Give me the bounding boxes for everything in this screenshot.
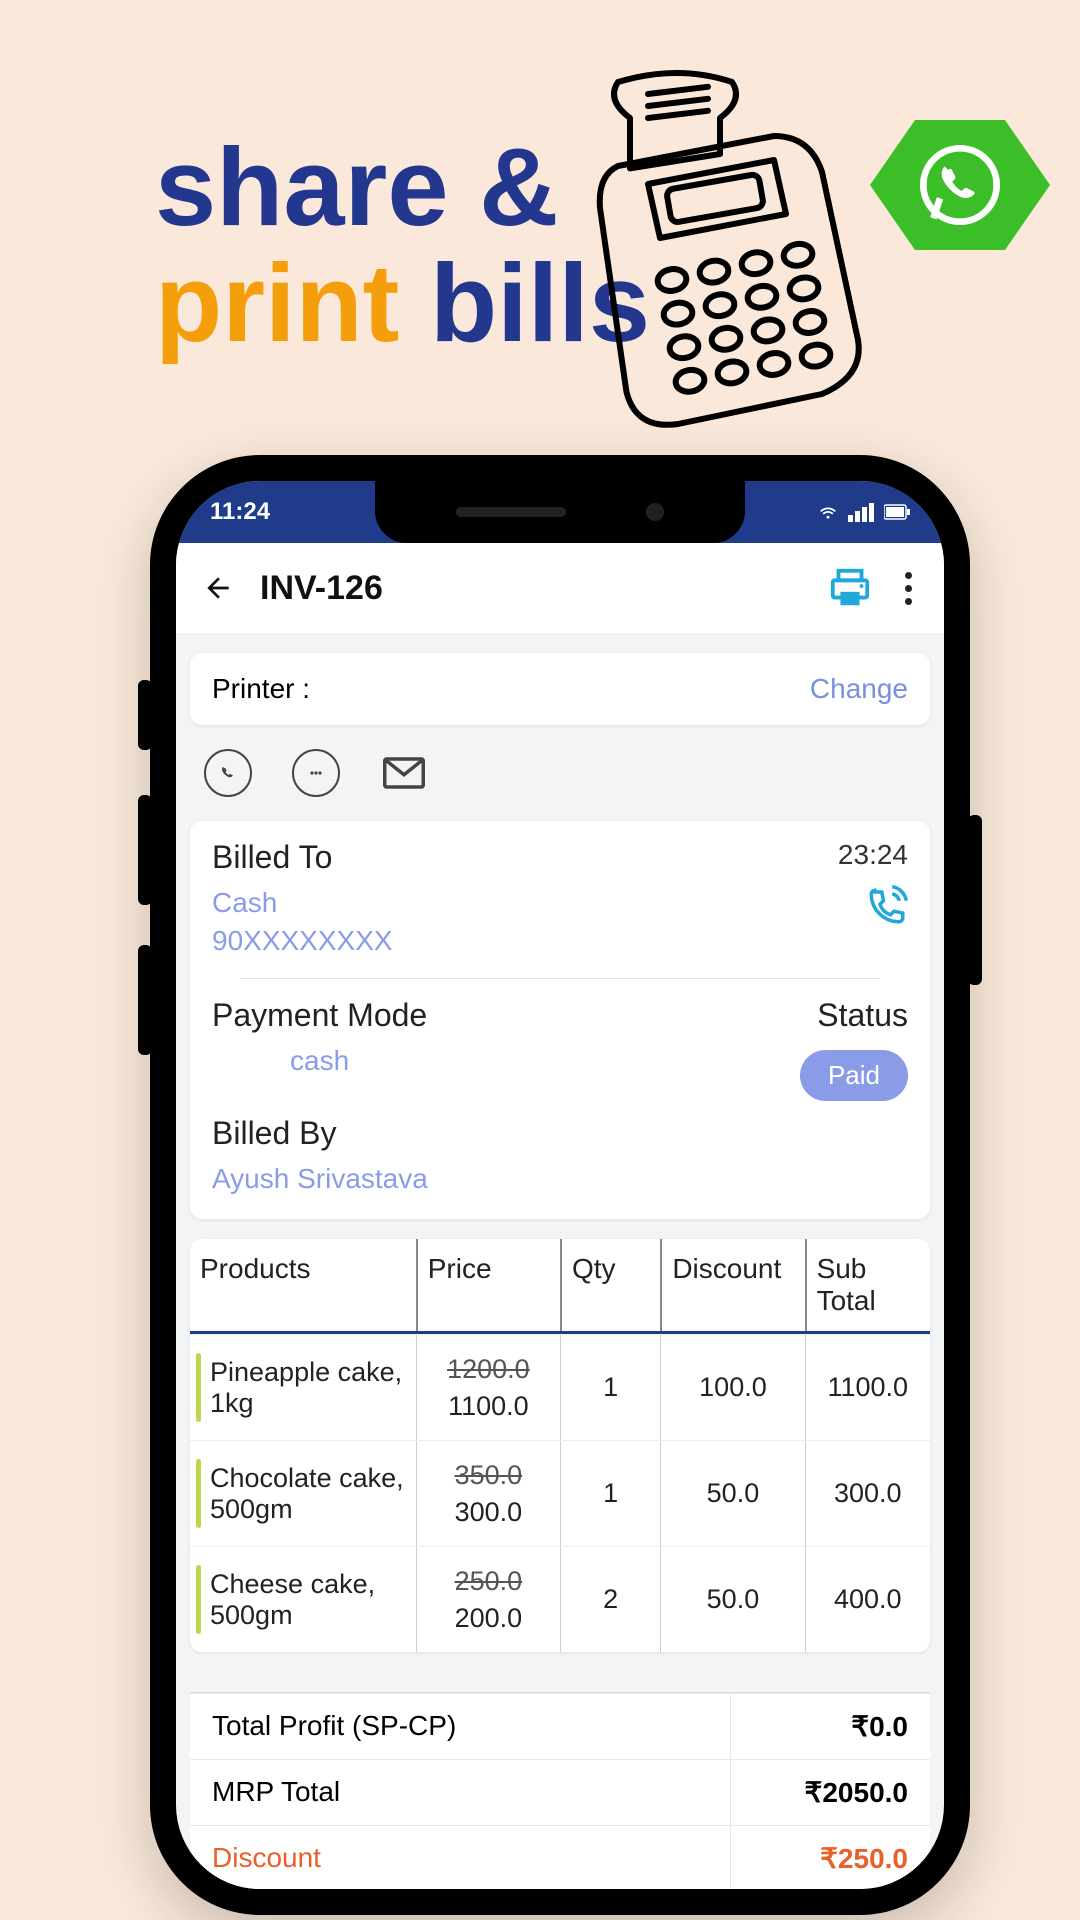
- whatsapp-icon: [215, 760, 241, 786]
- cell-qty: 2: [560, 1547, 660, 1652]
- customer-name: Cash: [212, 884, 393, 922]
- th-product: Products: [190, 1239, 416, 1331]
- phone-side-button: [138, 680, 152, 750]
- bill-summary-card: Billed To Cash 90XXXXXXXX 23:24 Payment: [190, 821, 930, 1219]
- totals-section: Total Profit (SP-CP) ₹0.0 MRP Total ₹205…: [190, 1692, 930, 1889]
- phone-notch: [375, 481, 745, 543]
- cell-price: 350.0 300.0: [416, 1441, 560, 1546]
- statusbar-time: 11:24: [210, 498, 270, 526]
- back-button[interactable]: [202, 572, 234, 604]
- billed-by-value: Ayush Srivastava: [212, 1160, 908, 1198]
- cell-product: Cheese cake, 500gm: [190, 1547, 416, 1652]
- phone-frame: 11:24 INV-126 Printer : Change: [150, 455, 970, 1915]
- headline-amp: &: [479, 126, 558, 249]
- status-label: Status: [817, 997, 908, 1034]
- more-menu-button[interactable]: [899, 572, 918, 605]
- phone-side-button: [138, 945, 152, 1055]
- total-profit-label: Total Profit (SP-CP): [190, 1693, 730, 1759]
- share-whatsapp-button[interactable]: [204, 749, 252, 797]
- discount-value: ₹250.0: [730, 1825, 930, 1889]
- pos-printer-illustration: [555, 70, 885, 430]
- th-subtotal: Sub Total: [805, 1239, 930, 1331]
- phone-side-button: [968, 815, 982, 985]
- whatsapp-icon: [920, 145, 1000, 225]
- invoice-title: INV-126: [260, 569, 801, 608]
- signal-icon: [848, 503, 874, 522]
- table-row: Cheese cake, 500gm 250.0 200.0 2 50.0 40…: [190, 1546, 930, 1652]
- th-discount: Discount: [660, 1239, 804, 1331]
- share-row: [190, 745, 930, 801]
- cell-price: 1200.0 1100.0: [416, 1335, 560, 1440]
- battery-icon: [884, 504, 910, 520]
- headline-share: share: [155, 126, 449, 249]
- bill-time: 23:24: [838, 839, 908, 871]
- billed-to-label: Billed To: [212, 839, 393, 876]
- table-row: Chocolate cake, 500gm 350.0 300.0 1 50.0…: [190, 1440, 930, 1546]
- items-table: Products Price Qty Discount Sub Total Pi…: [190, 1239, 930, 1652]
- cell-subtotal: 1100.0: [805, 1335, 930, 1440]
- mrp-total-value: ₹2050.0: [730, 1759, 930, 1825]
- cell-discount: 100.0: [660, 1335, 804, 1440]
- payment-mode-label: Payment Mode: [212, 997, 427, 1034]
- discount-label: Discount: [190, 1825, 730, 1889]
- arrow-left-icon: [202, 572, 234, 604]
- cell-subtotal: 400.0: [805, 1547, 930, 1652]
- app-bar: INV-126: [176, 543, 944, 633]
- printer-label: Printer :: [212, 673, 310, 705]
- share-email-button[interactable]: [380, 749, 428, 797]
- th-qty: Qty: [560, 1239, 660, 1331]
- cell-discount: 50.0: [660, 1547, 804, 1652]
- cell-price: 250.0 200.0: [416, 1547, 560, 1652]
- call-customer-button[interactable]: [866, 885, 908, 932]
- cell-qty: 1: [560, 1441, 660, 1546]
- payment-mode-value: cash: [290, 1042, 349, 1080]
- headline-print: print: [155, 242, 399, 365]
- share-sms-button[interactable]: [292, 749, 340, 797]
- mail-icon: [383, 756, 425, 790]
- status-badge: Paid: [800, 1050, 908, 1101]
- printer-icon: [827, 565, 873, 611]
- phone-side-button: [138, 795, 152, 905]
- whatsapp-badge: [870, 120, 1050, 250]
- phone-call-icon: [866, 885, 908, 927]
- cell-discount: 50.0: [660, 1441, 804, 1546]
- cell-qty: 1: [560, 1335, 660, 1440]
- wifi-icon: [818, 502, 838, 522]
- cell-product: Pineapple cake, 1kg: [190, 1335, 416, 1440]
- billed-by-label: Billed By: [212, 1115, 908, 1152]
- print-button[interactable]: [827, 565, 873, 611]
- mrp-total-label: MRP Total: [190, 1759, 730, 1825]
- chat-icon: [304, 761, 328, 785]
- table-row: Pineapple cake, 1kg 1200.0 1100.0 1 100.…: [190, 1334, 930, 1440]
- customer-phone: 90XXXXXXXX: [212, 922, 393, 960]
- phone-screen: 11:24 INV-126 Printer : Change: [176, 481, 944, 1889]
- table-header: Products Price Qty Discount Sub Total: [190, 1239, 930, 1334]
- printer-selection-row: Printer : Change: [190, 653, 930, 725]
- change-printer-button[interactable]: Change: [810, 673, 908, 705]
- cell-subtotal: 300.0: [805, 1441, 930, 1546]
- th-price: Price: [416, 1239, 560, 1331]
- total-profit-value: ₹0.0: [730, 1693, 930, 1759]
- cell-product: Chocolate cake, 500gm: [190, 1441, 416, 1546]
